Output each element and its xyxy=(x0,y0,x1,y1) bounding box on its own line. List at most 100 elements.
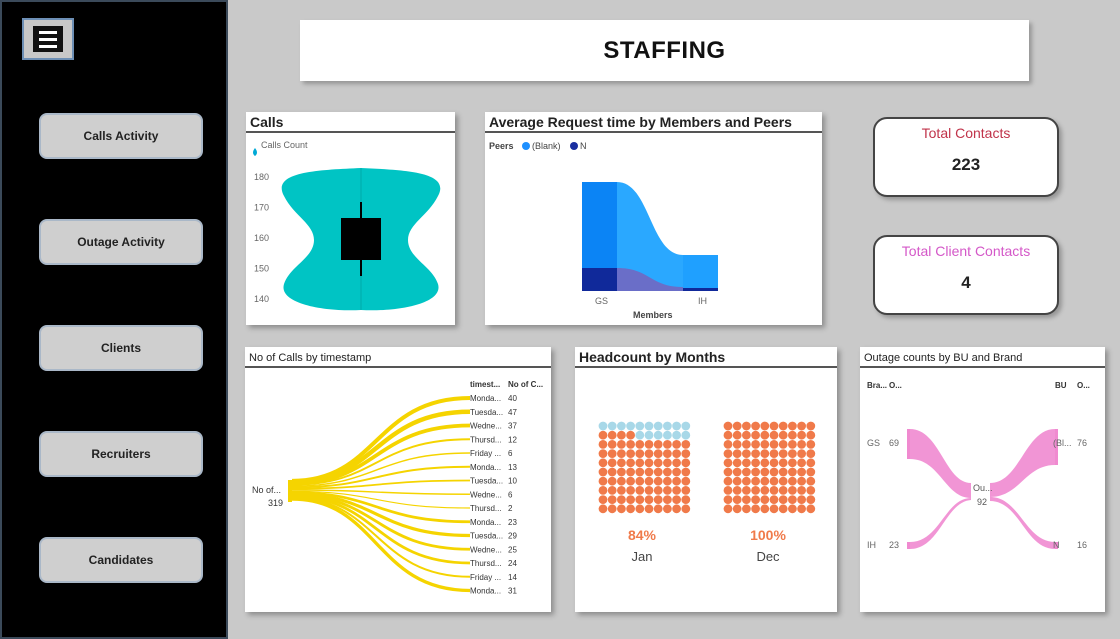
waffle-dot xyxy=(732,449,742,458)
sankey-left-header-a: Bra... xyxy=(867,381,887,390)
waffle-dot xyxy=(723,440,733,449)
waffle-dot xyxy=(617,440,626,449)
waffle-dot xyxy=(742,476,751,486)
sankey-right-value: 16 xyxy=(1077,540,1087,550)
decomp-row-label: Tuesda... xyxy=(470,408,503,417)
waffle-dot xyxy=(769,495,779,504)
nav-candidates-button[interactable]: Candidates xyxy=(39,537,203,583)
waffle-dot xyxy=(769,440,779,449)
nav-clients-button[interactable]: Clients xyxy=(39,325,203,371)
waffle-dot xyxy=(598,421,608,431)
waffle-dot xyxy=(778,430,788,440)
waffle-dot xyxy=(742,458,751,468)
waffle-dot xyxy=(598,495,608,504)
waffle-dot xyxy=(788,504,797,514)
avg-request-card[interactable]: Average Request time by Members and Peer… xyxy=(485,112,822,325)
waffle-dot xyxy=(760,486,770,495)
waffle-dot xyxy=(635,467,645,477)
waffle-dot xyxy=(751,440,760,449)
decomp-row-value: 13 xyxy=(508,463,517,472)
waffle-dot xyxy=(751,421,760,431)
waffle-dot xyxy=(681,495,691,504)
waffle-dot xyxy=(778,421,788,431)
calls-card[interactable]: Calls Calls Count 180 170 160 150 140 xyxy=(246,112,455,325)
waffle-dot xyxy=(635,486,645,495)
nav-recruiters-button[interactable]: Recruiters xyxy=(39,431,203,477)
waffle-month-label: Jan xyxy=(632,549,653,564)
waffle-dot xyxy=(617,504,626,514)
total-client-contacts-label: Total Client Contacts xyxy=(901,243,1031,259)
waffle-dot xyxy=(672,440,681,449)
waffle-dot xyxy=(663,449,672,458)
waffle-dot xyxy=(806,458,816,468)
outage-card[interactable]: Outage counts by BU and Brand Bra... O...… xyxy=(860,347,1105,612)
waffle-dot xyxy=(751,495,760,504)
waffle-dot xyxy=(635,430,645,440)
waffle-dot xyxy=(644,449,654,458)
waffle-dot xyxy=(751,449,760,458)
waffle-dot xyxy=(598,449,608,458)
waffle-dot xyxy=(626,430,635,440)
waffle-dot xyxy=(788,449,797,458)
calls-y-tick: 140 xyxy=(254,294,269,304)
waffle-dot xyxy=(806,486,816,495)
waffle-dot xyxy=(617,486,626,495)
decomp-row-value: 24 xyxy=(508,559,517,568)
waffle-dot xyxy=(760,458,770,468)
waffle-dot xyxy=(626,486,635,495)
decomp-row-label: Monda... xyxy=(470,518,501,527)
waffle-dot xyxy=(644,458,654,468)
ribbon-x-tick-ih: IH xyxy=(698,296,707,306)
waffle-dot xyxy=(769,458,779,468)
waffle-dot xyxy=(653,458,663,468)
waffle-dot xyxy=(788,440,797,449)
nav-calls-activity-button[interactable]: Calls Activity xyxy=(39,113,203,159)
waffle-dot xyxy=(672,421,681,431)
waffle-dot xyxy=(778,504,788,514)
waffle-dot xyxy=(644,495,654,504)
legend-n-marker xyxy=(570,142,578,150)
headcount-card[interactable]: Headcount by Months 84% Jan 100% Dec xyxy=(575,347,837,612)
peers-legend-title: Peers xyxy=(489,141,514,151)
decomp-row-label: Friday ... xyxy=(470,573,501,582)
waffle-dot xyxy=(742,495,751,504)
decomp-row-value: 2 xyxy=(508,504,513,513)
waffle-dot xyxy=(672,467,681,477)
menu-button[interactable] xyxy=(22,18,74,60)
waffle-dot xyxy=(760,476,770,486)
decomp-row-label: Wedne... xyxy=(470,545,502,554)
decomp-row-label: Wedne... xyxy=(470,422,502,431)
decomp-col1-header: timest... xyxy=(470,380,500,389)
waffle-dot xyxy=(778,458,788,468)
waffle-dot xyxy=(598,458,608,468)
calls-timestamp-card[interactable]: No of Calls by timestamp No of... 319 time… xyxy=(245,347,551,612)
nav-outage-activity-button[interactable]: Outage Activity xyxy=(39,219,203,265)
waffle-dot xyxy=(626,421,635,431)
decomp-row-label: Tuesda... xyxy=(470,532,503,541)
total-contacts-value: 223 xyxy=(951,155,981,174)
waffle-dot xyxy=(681,421,691,431)
waffle-dot xyxy=(732,421,742,431)
calls-legend-label: Calls Count xyxy=(261,140,308,150)
sankey-flow-n xyxy=(990,497,1055,549)
total-contacts-card[interactable]: Total Contacts 223 xyxy=(873,117,1059,197)
sankey-left-label: IH xyxy=(867,540,876,550)
ribbon-gs-n xyxy=(582,268,617,291)
waffle-percent-label: 84% xyxy=(628,527,657,543)
waffle-dot xyxy=(607,467,617,477)
waffle-dot xyxy=(681,458,691,468)
total-client-contacts-value: 4 xyxy=(961,273,971,292)
sankey-flow-ih xyxy=(910,498,971,549)
sankey-flow-blank xyxy=(990,429,1055,497)
total-client-contacts-card[interactable]: Total Client Contacts 4 xyxy=(873,235,1059,315)
waffle-dot xyxy=(742,486,751,495)
waffle-dot xyxy=(644,421,654,431)
waffle-dot xyxy=(797,504,806,514)
decomp-row-value: 6 xyxy=(508,449,513,458)
calls-y-tick: 150 xyxy=(254,264,269,274)
sankey-right-label: N xyxy=(1053,540,1060,550)
decomp-row-value: 40 xyxy=(508,394,517,403)
waffle-dot xyxy=(617,430,626,440)
waffle-dot xyxy=(788,430,797,440)
sankey-flow-gs xyxy=(910,429,971,498)
